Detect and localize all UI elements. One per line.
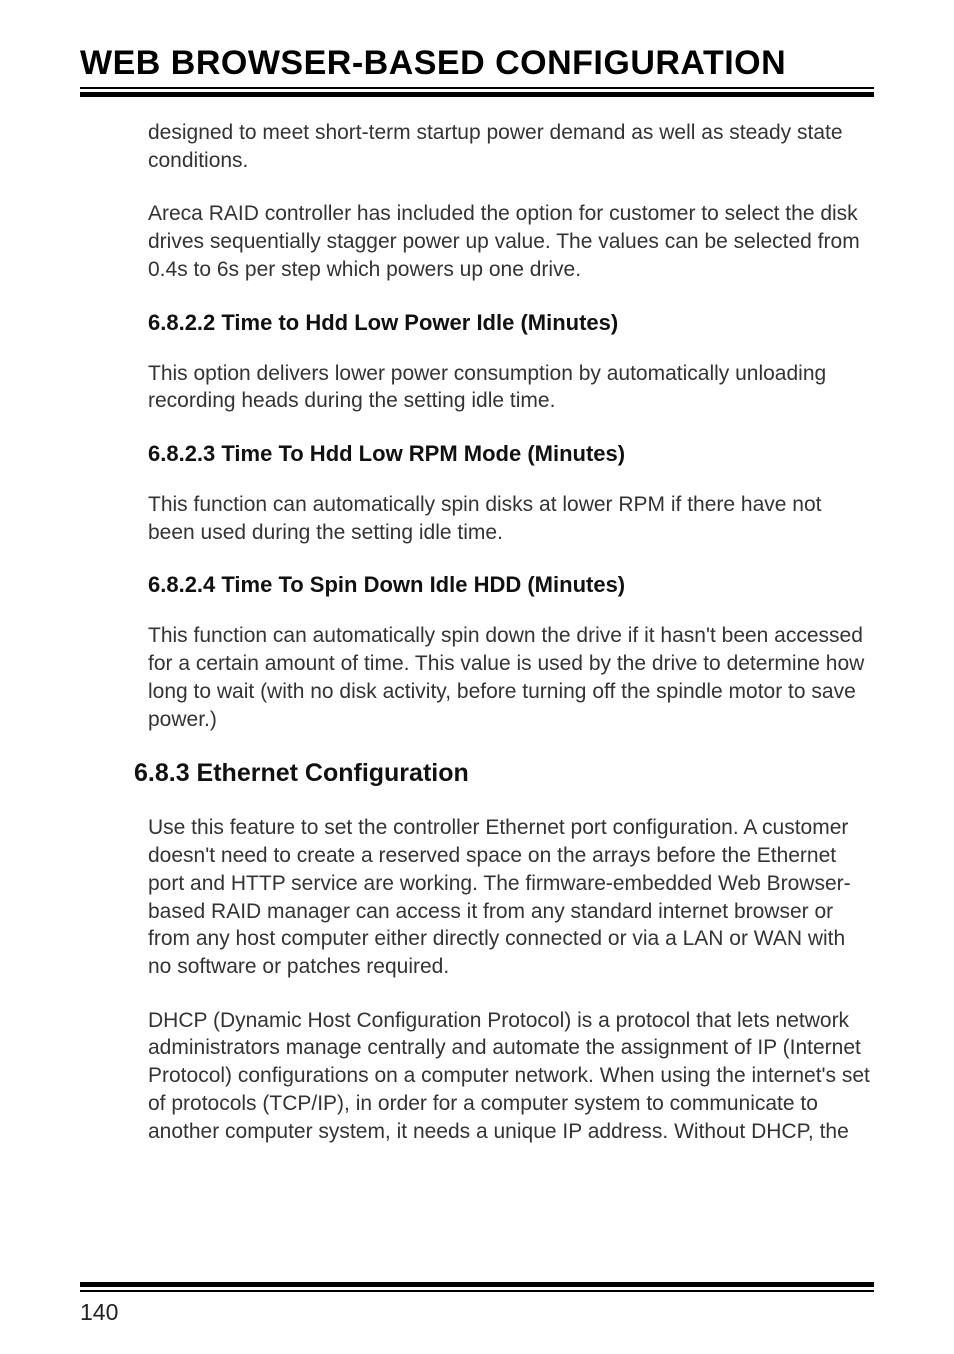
paragraph-dhcp: DHCP (Dynamic Host Configuration Protoco…	[148, 1007, 874, 1146]
heading-6-8-2-2: 6.8.2.2 Time to Hdd Low Power Idle (Minu…	[148, 310, 874, 336]
page-title: WEB BROWSER-BASED CONFIGURATION	[80, 44, 874, 83]
paragraph-low-power-idle: This option delivers lower power consump…	[148, 360, 874, 415]
paragraph-low-rpm: This function can automatically spin dis…	[148, 491, 874, 546]
footer-rule	[80, 1282, 874, 1292]
paragraph-intro-continued: designed to meet short-term startup powe…	[148, 119, 874, 174]
heading-6-8-2-3: 6.8.2.3 Time To Hdd Low RPM Mode (Minute…	[148, 441, 874, 467]
paragraph-spin-down: This function can automatically spin dow…	[148, 622, 874, 733]
paragraph-areca-raid: Areca RAID controller has included the o…	[148, 200, 874, 283]
heading-6-8-2-4: 6.8.2.4 Time To Spin Down Idle HDD (Minu…	[148, 572, 874, 598]
paragraph-ethernet-intro: Use this feature to set the controller E…	[148, 814, 874, 980]
content-area: designed to meet short-term startup powe…	[80, 119, 874, 1145]
header-rule	[80, 87, 874, 97]
page-number: 140	[80, 1299, 118, 1326]
heading-6-8-3: 6.8.3 Ethernet Configuration	[134, 759, 874, 788]
